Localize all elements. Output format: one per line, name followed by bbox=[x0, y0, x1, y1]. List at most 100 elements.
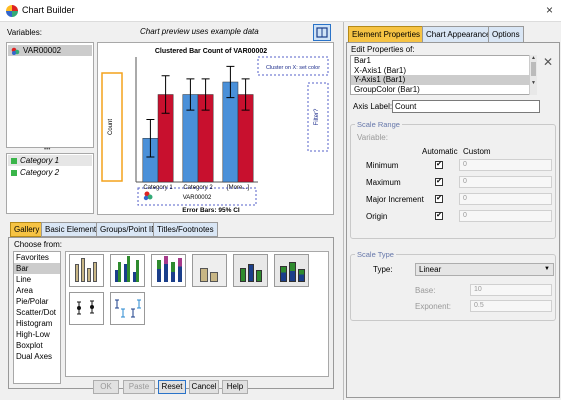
chart-type-item[interactable]: Dual Axes bbox=[14, 351, 60, 362]
3d-clustered-bar-thumbnail[interactable] bbox=[233, 254, 268, 287]
element-list-scrollbar[interactable]: ▲ ▼ bbox=[529, 55, 537, 95]
scale-row-label: Major Increment bbox=[366, 195, 424, 204]
tab-titles-footnotes[interactable]: Titles/Footnotes bbox=[153, 222, 218, 237]
expand-panel-button[interactable] bbox=[313, 24, 331, 41]
chart-footnote: Error Bars: 95% CI bbox=[182, 207, 240, 214]
reset-button[interactable]: Reset bbox=[158, 380, 186, 394]
tab-element-properties[interactable]: Element Properties bbox=[348, 26, 425, 43]
chart-type-item[interactable]: Scatter/Dot bbox=[14, 307, 60, 318]
base-input[interactable]: 10 bbox=[470, 284, 552, 296]
category-label: Category 2 bbox=[20, 168, 60, 177]
chart-type-item[interactable]: Line bbox=[14, 274, 60, 285]
scale-range-legend: Scale Range bbox=[355, 120, 402, 129]
scale-type-group: Scale Type Type: Linear ▼ Base: 10 Expon… bbox=[350, 250, 556, 321]
element-list-item[interactable]: Bar1 bbox=[351, 56, 535, 66]
chart-preview: Clustered Bar Count of VAR00002 Count Cl… bbox=[101, 48, 329, 214]
element-list-item[interactable]: GroupColor (Bar1) bbox=[351, 85, 535, 95]
variable-item[interactable]: VAR00002 bbox=[8, 45, 92, 56]
tab-chart-appearance[interactable]: Chart Appearance bbox=[422, 26, 495, 43]
app-icon bbox=[6, 5, 18, 17]
chart-type-list[interactable]: Favorites Bar Line Area Pie/Polar Scatter/Dot… bbox=[13, 251, 61, 384]
error-bar-icon bbox=[77, 300, 94, 315]
choose-from-label: Choose from: bbox=[14, 240, 63, 249]
nominal-variable-icon bbox=[11, 47, 20, 55]
chart-type-item[interactable]: Area bbox=[14, 285, 60, 296]
custom-value-input[interactable]: 0 bbox=[459, 210, 552, 222]
element-properties-pane: Edit Properties of: Bar1 X-Axis1 (Bar1) Y-… bbox=[346, 42, 560, 398]
category-icon bbox=[11, 169, 17, 176]
stacked-bar-thumbnail[interactable] bbox=[151, 254, 186, 287]
clustered-error-bar-icon bbox=[115, 299, 141, 318]
chart-type-item[interactable]: Favorites bbox=[14, 252, 60, 263]
x-axis-title: VAR00002 bbox=[183, 195, 212, 201]
scroll-thumb[interactable] bbox=[531, 62, 536, 76]
tab-options[interactable]: Options bbox=[488, 26, 524, 43]
3d-bar-thumbnail[interactable] bbox=[192, 254, 227, 287]
chart-type-item[interactable]: Bar bbox=[14, 263, 60, 274]
tab-groups-point-id[interactable]: Groups/Point ID bbox=[96, 222, 161, 237]
element-list-item[interactable]: X-Axis1 (Bar1) bbox=[351, 66, 535, 76]
scale-type-legend: Scale Type bbox=[355, 250, 396, 259]
panel-toggle-icon bbox=[316, 27, 328, 38]
properties-panel: Element Properties Chart Appearance Opti… bbox=[343, 22, 561, 400]
scale-row-label: Maximum bbox=[366, 178, 401, 187]
type-label: Type: bbox=[373, 265, 393, 274]
custom-value-input[interactable]: 0 bbox=[459, 193, 552, 205]
scroll-down-icon[interactable]: ▼ bbox=[530, 80, 537, 86]
variables-list[interactable]: VAR00002 bbox=[6, 42, 94, 148]
help-button[interactable]: Help bbox=[222, 380, 248, 394]
base-label: Base: bbox=[415, 286, 436, 295]
automatic-header: Automatic bbox=[422, 147, 458, 156]
chart-type-item[interactable]: Pie/Polar bbox=[14, 296, 60, 307]
automatic-checkbox[interactable]: ✔ bbox=[435, 161, 443, 169]
preview-note: Chart preview uses example data bbox=[140, 27, 259, 36]
axis-label-caption: Axis Label: bbox=[353, 102, 393, 111]
axis-label-input[interactable]: Count bbox=[392, 100, 540, 113]
y-axis-title: Count bbox=[108, 119, 114, 135]
element-list-item[interactable]: Y-Axis1 (Bar1) bbox=[351, 75, 535, 85]
nominal-icon-part bbox=[147, 194, 153, 200]
cluster-label: Cluster on X: set color bbox=[266, 65, 320, 71]
category-icon bbox=[11, 157, 17, 164]
variable-name: VAR00002 bbox=[23, 46, 62, 55]
close-icon[interactable]: × bbox=[546, 3, 553, 17]
scale-range-group: Scale Range Variable: Automatic Custom M… bbox=[350, 120, 556, 239]
chart-type-item[interactable]: Histogram bbox=[14, 318, 60, 329]
delete-element-icon[interactable]: ✕ bbox=[540, 56, 556, 70]
custom-value-input[interactable]: 0 bbox=[459, 159, 552, 171]
clustered-bar-thumbnail[interactable] bbox=[110, 254, 145, 287]
tab-gallery[interactable]: Gallery bbox=[10, 222, 44, 237]
clustered-error-bar-thumbnail[interactable] bbox=[110, 292, 145, 325]
category-item: Category 1 bbox=[8, 155, 92, 166]
scale-type-select[interactable]: Linear ▼ bbox=[415, 263, 554, 276]
simple-error-bar-thumbnail[interactable] bbox=[69, 292, 104, 325]
scroll-up-icon[interactable]: ▲ bbox=[530, 55, 537, 61]
variable-caption: Variable: bbox=[357, 133, 388, 142]
chart-type-item[interactable]: High-Low bbox=[14, 329, 60, 340]
automatic-checkbox[interactable]: ✔ bbox=[435, 178, 443, 186]
chart-type-item[interactable]: Boxplot bbox=[14, 340, 60, 351]
custom-value-input[interactable]: 0 bbox=[459, 176, 552, 188]
3d-stacked-bar-thumbnail[interactable] bbox=[274, 254, 309, 287]
categories-list: Category 1 Category 2 bbox=[6, 153, 94, 214]
chart-title: Clustered Bar Count of VAR00002 bbox=[155, 48, 267, 55]
tab-basic-elements[interactable]: Basic Elements bbox=[41, 222, 105, 237]
cancel-button[interactable]: Cancel bbox=[189, 380, 219, 394]
scale-row-label: Minimum bbox=[366, 161, 399, 170]
automatic-checkbox[interactable]: ✔ bbox=[435, 212, 443, 220]
gallery-panel: Choose from: Favorites Bar Line Area Pie/Pol… bbox=[8, 237, 334, 389]
automatic-checkbox[interactable]: ✔ bbox=[435, 195, 443, 203]
chart-thumbnails bbox=[65, 251, 329, 377]
scale-type-value: Linear bbox=[419, 265, 442, 274]
nominal-icon-part bbox=[143, 195, 149, 201]
element-list[interactable]: Bar1 X-Axis1 (Bar1) Y-Axis1 (Bar1) GroupCol… bbox=[350, 55, 536, 95]
custom-header: Custom bbox=[463, 147, 491, 156]
paste-button[interactable]: Paste bbox=[123, 380, 155, 394]
filter-label: Filter? bbox=[314, 108, 320, 125]
ok-button[interactable]: OK bbox=[93, 380, 119, 394]
exponent-input[interactable]: 0.5 bbox=[470, 300, 552, 312]
category-item: Category 2 bbox=[7, 167, 93, 178]
chart-canvas[interactable]: Clustered Bar Count of VAR00002 Count Cl… bbox=[97, 42, 334, 215]
simple-bar-thumbnail[interactable] bbox=[69, 254, 104, 287]
chevron-down-icon: ▼ bbox=[544, 266, 550, 272]
